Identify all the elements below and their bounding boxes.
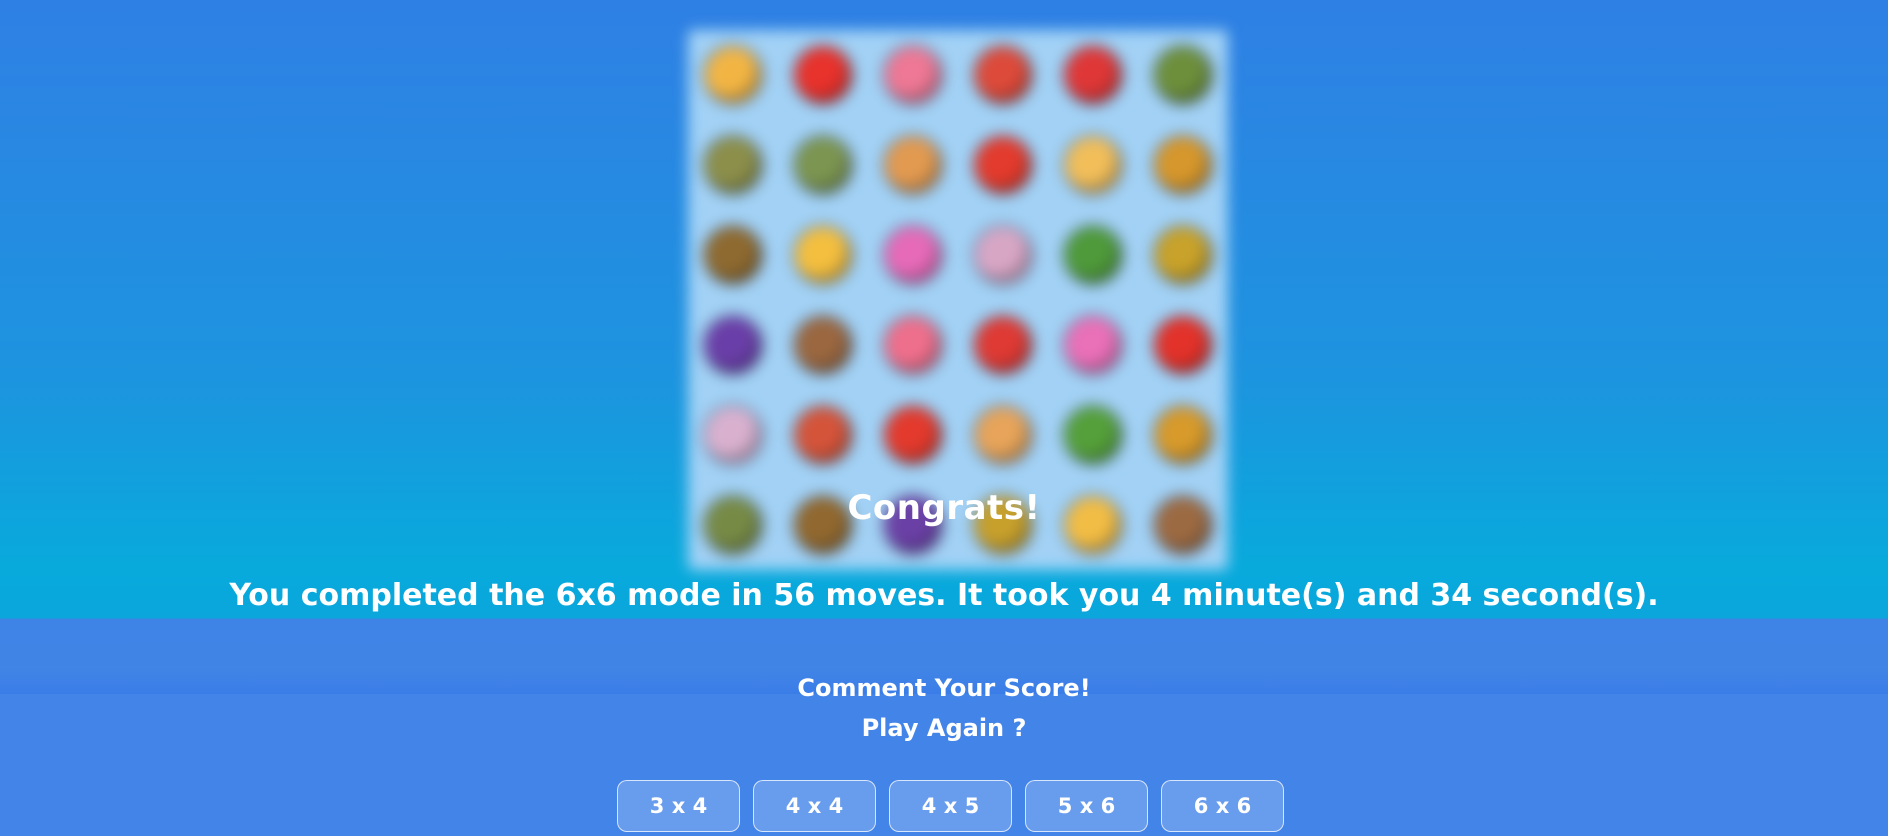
card-cell: [778, 210, 868, 300]
card-cell: [868, 120, 958, 210]
card-cell: [688, 300, 778, 390]
card-cell: [958, 210, 1048, 300]
card-cell: [868, 210, 958, 300]
card-cell: [1048, 300, 1138, 390]
carrot-icon: [975, 407, 1031, 463]
flower-icon: [1065, 317, 1121, 373]
card-cell: [1138, 30, 1228, 120]
card-cell: [868, 300, 958, 390]
card-cell: [1048, 390, 1138, 480]
card-cell: [1138, 120, 1228, 210]
mode-5x6-button[interactable]: 5 x 6: [1025, 780, 1148, 832]
tomato-icon: [885, 407, 941, 463]
card-cell: [1048, 120, 1138, 210]
card-cell: [1138, 300, 1228, 390]
card-cell: [688, 120, 778, 210]
orange-icon: [705, 47, 761, 103]
broccoli-icon: [1155, 47, 1211, 103]
comment-your-score-text: Comment Your Score!: [797, 674, 1091, 702]
eggplant-icon: [705, 317, 761, 373]
card-cell: [868, 390, 958, 480]
card-cell: [688, 30, 778, 120]
pepper-icon: [1065, 407, 1121, 463]
carrot-icon: [885, 137, 941, 193]
tomato-icon: [975, 137, 1031, 193]
card-cell: [958, 300, 1048, 390]
tomato-icon: [795, 47, 851, 103]
result-summary: You completed the 6x6 mode in 56 moves. …: [229, 578, 1659, 613]
card-cell: [778, 30, 868, 120]
mode-4x4-button[interactable]: 4 x 4: [753, 780, 876, 832]
onion-icon: [975, 227, 1031, 283]
card-cell: [1138, 210, 1228, 300]
onion-icon: [705, 407, 761, 463]
card-cell: [868, 30, 958, 120]
orange-icon: [1065, 137, 1121, 193]
card-cell: [688, 390, 778, 480]
mode-4x5-button[interactable]: 4 x 5: [889, 780, 1012, 832]
broccoli-icon: [795, 137, 851, 193]
card-cell: [1048, 210, 1138, 300]
card-cell: [958, 30, 1048, 120]
congrats-title: Congrats!: [847, 488, 1041, 528]
pineapple-icon: [1155, 227, 1211, 283]
card-cell: [1138, 390, 1228, 480]
watermelon-icon: [795, 407, 851, 463]
burger-icon: [1155, 137, 1211, 193]
card-cell: [778, 300, 868, 390]
mushroom-icon: [885, 317, 941, 373]
card-cell: [958, 390, 1048, 480]
cookie-icon: [795, 317, 851, 373]
card-cell: [1048, 30, 1138, 120]
watermelon-icon: [975, 47, 1031, 103]
mode-buttons: 3 x 4 4 x 4 4 x 5 5 x 6 6 x 6: [617, 780, 1284, 832]
burger-icon: [1155, 407, 1211, 463]
pepper-icon: [1065, 227, 1121, 283]
mode-3x4-button[interactable]: 3 x 4: [617, 780, 740, 832]
card-cell: [778, 390, 868, 480]
mode-6x6-button[interactable]: 6 x 6: [1161, 780, 1284, 832]
flower-icon: [885, 227, 941, 283]
play-again-text: Play Again ?: [861, 714, 1027, 742]
card-cell: [688, 210, 778, 300]
mushroom-icon: [885, 47, 941, 103]
card-cell: [958, 120, 1048, 210]
tomato-icon: [1155, 317, 1211, 373]
orange-icon: [795, 227, 851, 283]
card-cell: [778, 120, 868, 210]
burger-icon: [705, 227, 761, 283]
watermelon-slice-icon: [1065, 47, 1121, 103]
broccoli-icon: [705, 137, 761, 193]
watermelon-slice-icon: [975, 317, 1031, 373]
